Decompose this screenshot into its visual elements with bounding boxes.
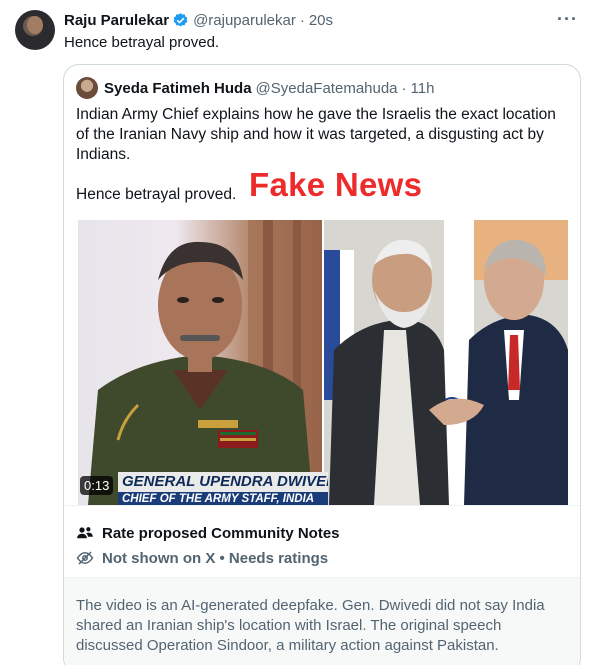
rate-community-notes-link[interactable]: Rate proposed Community Notes: [76, 524, 340, 542]
video-player[interactable]: GENERAL UPENDRA DWIVEDI, CHIEF OF THE AR…: [64, 220, 580, 506]
quoted-author-avatar[interactable]: [76, 77, 98, 99]
people-icon: [77, 527, 93, 539]
video-frame-left: [78, 220, 322, 505]
separator-dot: ·: [299, 11, 305, 29]
quoted-separator-dot: ·: [401, 79, 407, 97]
handshake-illustration: [324, 220, 568, 505]
note-status: Not shown on X • Needs ratings: [76, 549, 328, 567]
author-name[interactable]: Raju Parulekar: [64, 12, 169, 29]
lower-third-title: CHIEF OF THE ARMY STAFF, INDIA: [118, 492, 328, 506]
tweet-text: Hence betrayal proved.: [64, 34, 220, 51]
verified-badge-icon: [173, 12, 188, 27]
more-horizontal-icon[interactable]: ···: [557, 10, 578, 28]
tweet: Raju Parulekar @rajuparulekar · 20s ··· …: [0, 0, 592, 665]
community-note-text: The video is an AI-generated deepfake. G…: [76, 597, 545, 654]
note-status-label: Not shown on X • Needs ratings: [102, 549, 329, 567]
tweet-time[interactable]: 20s: [309, 12, 333, 29]
author-handle[interactable]: @rajuparulekar: [193, 12, 296, 29]
video-frame-right: [324, 220, 568, 505]
quoted-tweet[interactable]: Syeda Fatimeh Huda @SyedaFatemahuda · 11…: [63, 64, 581, 665]
fake-news-overlay-label: Fake News: [249, 166, 423, 203]
rate-community-notes-label: Rate proposed Community Notes: [102, 524, 340, 542]
quoted-tweet-header: Syeda Fatimeh Huda @SyedaFatemahuda · 11…: [76, 77, 434, 99]
lower-third-name: GENERAL UPENDRA DWIVEDI,: [118, 472, 328, 492]
community-note: The video is an AI-generated deepfake. G…: [64, 577, 580, 665]
quoted-tweet-text-2: Hence betrayal proved.: [76, 186, 237, 203]
community-notes-header: Rate proposed Community Notes Not shown …: [64, 505, 580, 577]
quoted-author-handle[interactable]: @SyedaFatemahuda: [256, 80, 398, 97]
author-avatar[interactable]: [15, 10, 55, 50]
quoted-tweet-time[interactable]: 11h: [411, 80, 435, 97]
army-chief-illustration: [88, 220, 322, 505]
video-timer: 0:13: [80, 476, 114, 495]
tweet-header: Raju Parulekar @rajuparulekar · 20s ···: [64, 10, 578, 30]
quoted-tweet-text: Indian Army Chief explains how he gave t…: [76, 106, 556, 163]
eye-off-icon: [76, 551, 94, 565]
quoted-author-name[interactable]: Syeda Fatimeh Huda: [104, 80, 252, 97]
